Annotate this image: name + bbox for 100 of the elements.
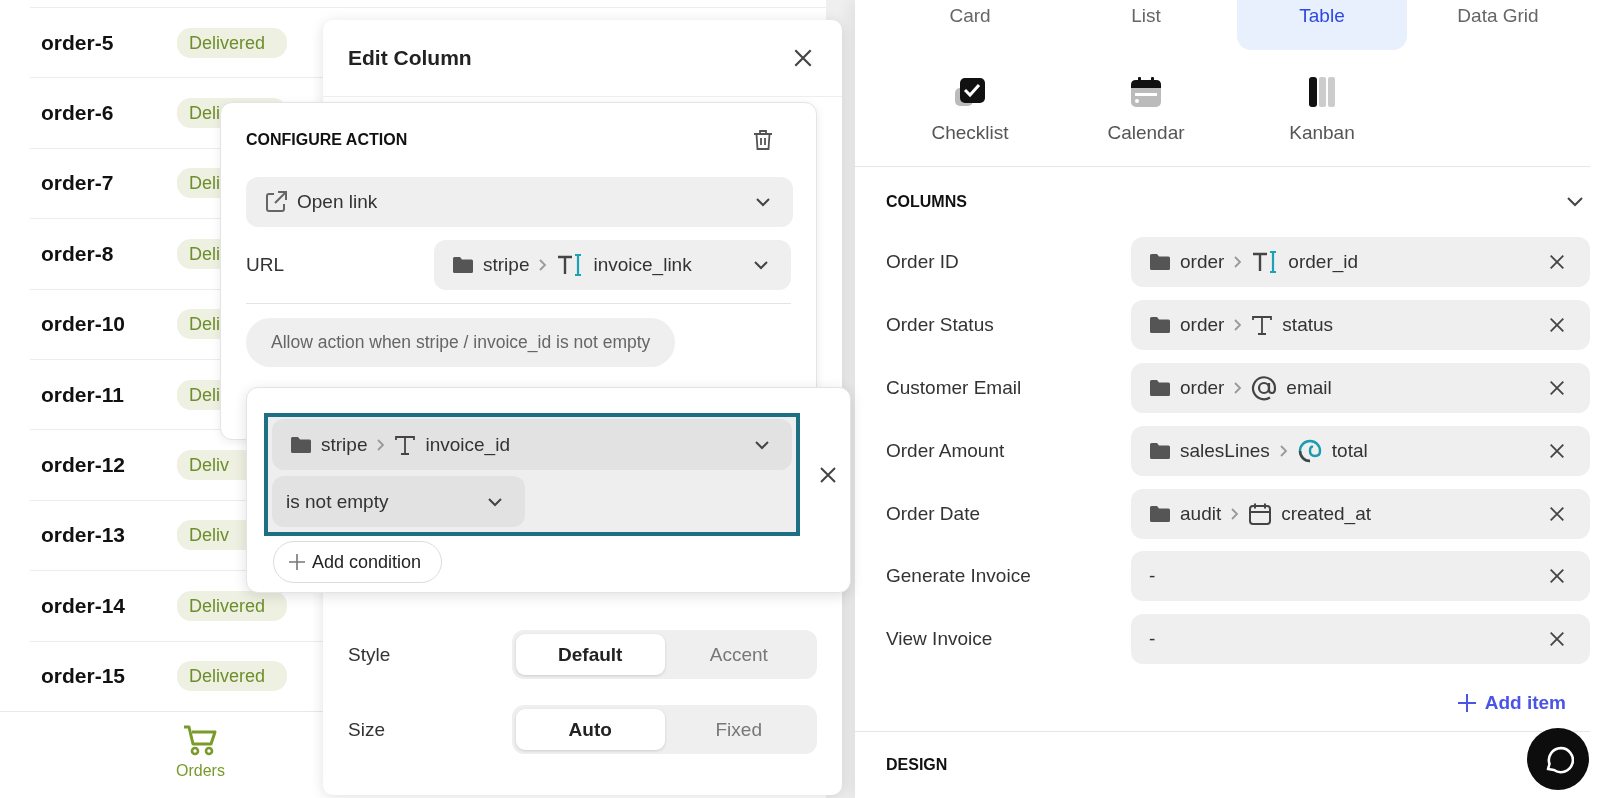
close-icon[interactable] bbox=[1548, 316, 1566, 335]
caret-icon bbox=[753, 260, 769, 270]
view-tab[interactable]: Table bbox=[1237, 0, 1407, 50]
field-name: invoice_link bbox=[593, 254, 692, 276]
text-icon bbox=[394, 433, 417, 456]
segment-option[interactable]: Default bbox=[516, 634, 665, 675]
view-tab[interactable]: Data Grid bbox=[1413, 0, 1583, 50]
panel-title: Edit Column bbox=[348, 46, 472, 70]
order-id: order-7 bbox=[40, 171, 115, 196]
layout-option[interactable]: Kanban bbox=[1234, 50, 1410, 160]
close-icon[interactable] bbox=[1548, 630, 1566, 649]
checkbox-icon bbox=[954, 76, 986, 108]
folder-icon bbox=[452, 256, 474, 274]
add-item-button[interactable]: Add item bbox=[1456, 692, 1566, 714]
order-id: order-14 bbox=[40, 593, 127, 618]
cart-icon bbox=[182, 723, 219, 756]
folder-icon bbox=[1149, 504, 1171, 523]
trash-icon[interactable] bbox=[753, 129, 773, 151]
text-icon bbox=[1251, 314, 1274, 337]
column-field[interactable]: audit created_at bbox=[1131, 488, 1590, 539]
view-tab[interactable]: Card bbox=[885, 0, 1055, 50]
field-value: - bbox=[1149, 565, 1156, 588]
setting-label: Style bbox=[348, 643, 391, 666]
close-icon[interactable] bbox=[818, 464, 838, 485]
field-name: total bbox=[1331, 439, 1368, 462]
column-field[interactable]: salesLines total bbox=[1131, 425, 1590, 476]
source-name: audit bbox=[1180, 502, 1222, 525]
field-name: invoice_id bbox=[425, 433, 510, 456]
action-dropdown[interactable]: Open link bbox=[246, 177, 793, 227]
order-id: order-11 bbox=[40, 382, 125, 407]
status-badge: Delivered bbox=[177, 661, 287, 692]
column-label: Customer Email bbox=[886, 376, 1023, 400]
close-icon[interactable] bbox=[1548, 441, 1566, 460]
external-link-icon bbox=[264, 190, 288, 214]
folder-icon bbox=[1149, 253, 1171, 272]
condition-summary[interactable]: Allow action when stripe / invoice_id is not empty bbox=[246, 318, 676, 367]
chevron-right-icon bbox=[376, 437, 386, 452]
columns-icon bbox=[1308, 76, 1336, 108]
order-id: order-12 bbox=[40, 453, 127, 478]
close-icon[interactable] bbox=[1548, 567, 1566, 586]
column-label: Order ID bbox=[886, 250, 960, 275]
layout-option[interactable]: Checklist bbox=[882, 50, 1058, 160]
add-condition-button[interactable]: Add condition bbox=[273, 541, 443, 583]
chevron-right-icon bbox=[1233, 255, 1243, 270]
view-tab[interactable]: List bbox=[1061, 0, 1231, 50]
caret-icon bbox=[755, 197, 771, 207]
column-field[interactable]: - bbox=[1131, 614, 1590, 665]
segment-option[interactable]: Auto bbox=[516, 709, 665, 750]
order-id: order-8 bbox=[40, 241, 115, 266]
caret-icon bbox=[487, 496, 503, 507]
calendar-icon bbox=[1248, 501, 1273, 526]
column-label: Generate Invoice bbox=[886, 564, 1032, 589]
field-name: email bbox=[1286, 377, 1332, 399]
layout-option[interactable]: Calendar bbox=[1058, 50, 1234, 160]
chevron-icon[interactable] bbox=[1566, 196, 1584, 209]
chevron-right-icon bbox=[538, 258, 548, 272]
setting-label: Size bbox=[348, 718, 385, 741]
order-id: order-15 bbox=[40, 664, 127, 689]
close-icon[interactable] bbox=[1548, 504, 1566, 523]
column-field[interactable]: order status bbox=[1131, 300, 1590, 351]
order-id: order-13 bbox=[40, 523, 127, 548]
action-name: Open link bbox=[297, 191, 378, 213]
close-icon[interactable] bbox=[1548, 253, 1566, 272]
condition-field-dropdown[interactable]: stripe invoice_id bbox=[272, 419, 792, 470]
chevron-right-icon bbox=[1233, 381, 1243, 395]
segment-option[interactable]: Fixed bbox=[664, 709, 813, 750]
field-name: status bbox=[1282, 314, 1334, 337]
operator-name: is not empty bbox=[286, 490, 389, 513]
section-title: DESIGN bbox=[886, 756, 948, 773]
source-name: order bbox=[1180, 314, 1225, 337]
column-label: Order Amount bbox=[886, 438, 1006, 463]
source-name: order bbox=[1180, 251, 1225, 274]
source-name: order bbox=[1180, 377, 1225, 399]
at-sign-icon bbox=[1251, 375, 1278, 401]
column-label: Order Date bbox=[886, 501, 981, 526]
section-title: COLUMNS bbox=[886, 193, 967, 212]
column-field[interactable]: order order_id bbox=[1131, 237, 1590, 288]
caret-icon bbox=[754, 439, 770, 450]
source-name: stripe bbox=[321, 433, 368, 456]
close-icon[interactable] bbox=[1548, 379, 1566, 397]
chevron-right-icon bbox=[1230, 506, 1240, 521]
source-name: stripe bbox=[483, 254, 530, 276]
calendar-icon bbox=[1130, 76, 1162, 108]
segment-option[interactable]: Accent bbox=[664, 634, 813, 675]
order-id: order-10 bbox=[40, 312, 127, 337]
url-dropdown[interactable]: stripe invoice_link bbox=[434, 240, 791, 290]
field-value: - bbox=[1149, 628, 1156, 651]
column-label: Order Status bbox=[886, 313, 995, 338]
spiral-icon bbox=[1296, 437, 1323, 464]
field-name: created_at bbox=[1281, 502, 1371, 525]
column-field[interactable]: order email bbox=[1131, 363, 1590, 413]
status-badge: Delivered bbox=[177, 27, 287, 58]
source-name: salesLines bbox=[1180, 439, 1270, 462]
operator-dropdown[interactable]: is not empty bbox=[272, 476, 525, 527]
column-field[interactable]: - bbox=[1131, 551, 1590, 602]
order-id: order-6 bbox=[40, 101, 115, 126]
folder-icon bbox=[1149, 441, 1171, 460]
plus-icon bbox=[288, 553, 306, 571]
plus-icon bbox=[1456, 693, 1477, 713]
close-icon[interactable] bbox=[792, 47, 814, 69]
